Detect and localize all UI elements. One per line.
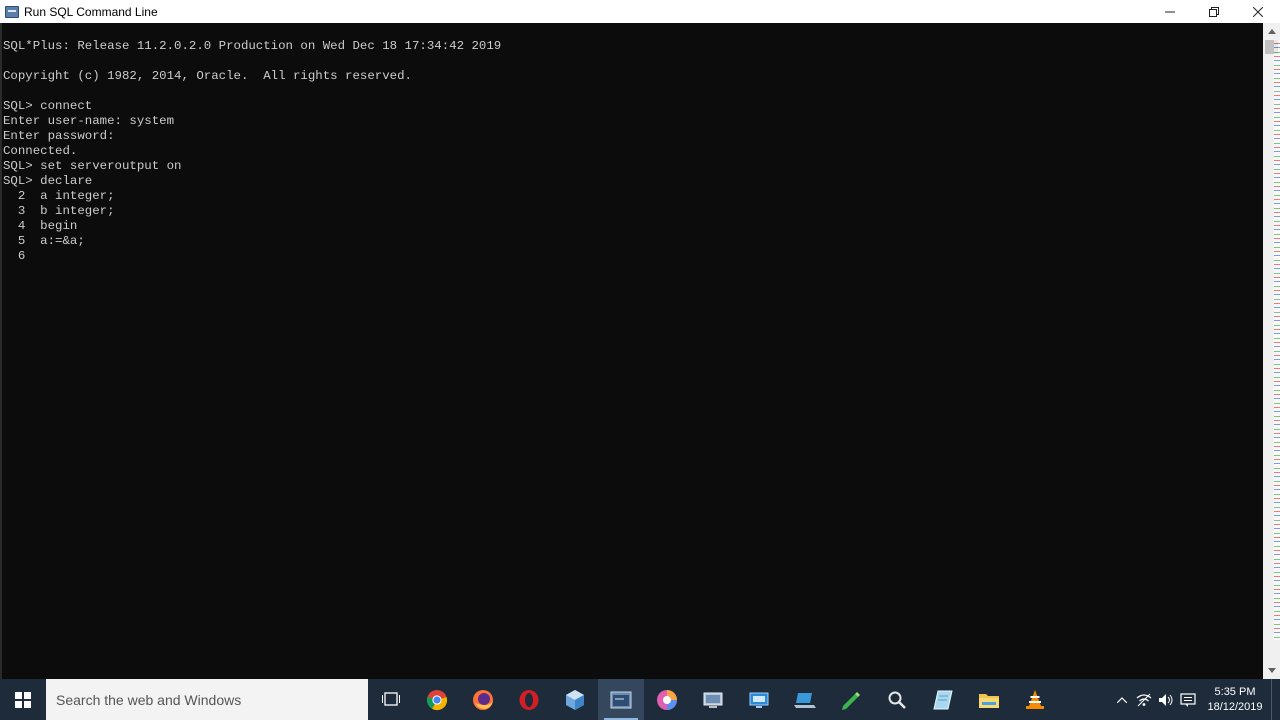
clock-date: 18/12/2019 [1207,700,1263,713]
task-view-button[interactable] [368,679,414,720]
minimize-button[interactable] [1148,0,1192,23]
notepad-icon [933,690,953,709]
taskbar-firefox[interactable] [460,679,506,720]
console-area[interactable]: SQL*Plus: Release 11.2.0.2.0 Production … [0,23,1263,679]
pc-icon [703,692,723,708]
taskbar-search-box[interactable]: Search the web and Windows [46,679,368,720]
taskbar-clock[interactable]: 5:35 PM 18/12/2019 [1199,679,1271,720]
scroll-down-arrow-icon [1267,668,1276,673]
taskbar-vlc[interactable] [1012,679,1058,720]
file-explorer-icon [979,693,999,708]
taskbar-opera[interactable] [506,679,552,720]
restore-icon [1209,6,1219,17]
taskbar-laptop[interactable] [782,679,828,720]
magnifier-icon [888,691,906,709]
remote-desktop-icon [749,692,769,708]
virtualbox-icon [566,689,584,710]
taskbar-magnifier[interactable] [874,679,920,720]
taskbar-swirl-app[interactable] [644,679,690,720]
scroll-up-arrow-icon [1267,29,1276,34]
sql-command-line-icon [610,691,632,708]
start-button[interactable] [0,679,46,720]
scroll-down-button[interactable] [1263,662,1280,679]
taskbar-pc[interactable] [690,679,736,720]
scroll-up-button[interactable] [1263,23,1280,40]
taskbar-notepad[interactable] [920,679,966,720]
chrome-icon [426,689,448,710]
close-button[interactable] [1236,0,1280,23]
system-tray: 5:35 PM 18/12/2019 [1111,679,1280,720]
swirl-app-icon [657,689,677,710]
windows-logo-icon [15,691,31,708]
taskbar-remote-desktop[interactable] [736,679,782,720]
console-output: SQL*Plus: Release 11.2.0.2.0 Production … [3,39,502,263]
taskbar-file-explorer[interactable] [966,679,1012,720]
notifications-button[interactable] [1177,679,1199,720]
clock-time: 5:35 PM [1214,685,1256,698]
speaker-icon [1159,693,1173,706]
wifi-icon [1136,693,1152,706]
taskbar-pen[interactable] [828,679,874,720]
restore-button[interactable] [1192,0,1236,23]
vlc-icon [1026,689,1044,709]
taskbar-virtualbox[interactable] [552,679,598,720]
window-controls [1148,0,1280,23]
taskbar-sql-command-line[interactable] [598,679,644,720]
search-placeholder: Search the web and Windows [56,691,242,708]
screen-artifact-strip [1274,40,1280,640]
show-desktop-button[interactable] [1271,679,1280,720]
pen-icon [842,691,860,710]
window-title: Run SQL Command Line [24,4,158,19]
laptop-icon [794,692,816,708]
network-button[interactable] [1133,679,1155,720]
action-center-icon [1180,692,1196,707]
chevron-up-icon [1117,696,1127,703]
firefox-icon [473,689,493,710]
taskbar-chrome[interactable] [414,679,460,720]
sql-app-icon [5,5,19,18]
taskbar-app-list [368,679,1058,720]
minimize-icon [1165,11,1175,12]
taskbar: Search the web and Windows 5:35 PM 18/12… [0,679,1280,720]
volume-button[interactable] [1155,679,1177,720]
window-title-bar[interactable]: Run SQL Command Line [0,0,1280,24]
task-view-icon [382,691,400,706]
show-hidden-icons-button[interactable] [1111,679,1133,720]
close-icon [1253,6,1263,17]
opera-icon [519,689,539,710]
